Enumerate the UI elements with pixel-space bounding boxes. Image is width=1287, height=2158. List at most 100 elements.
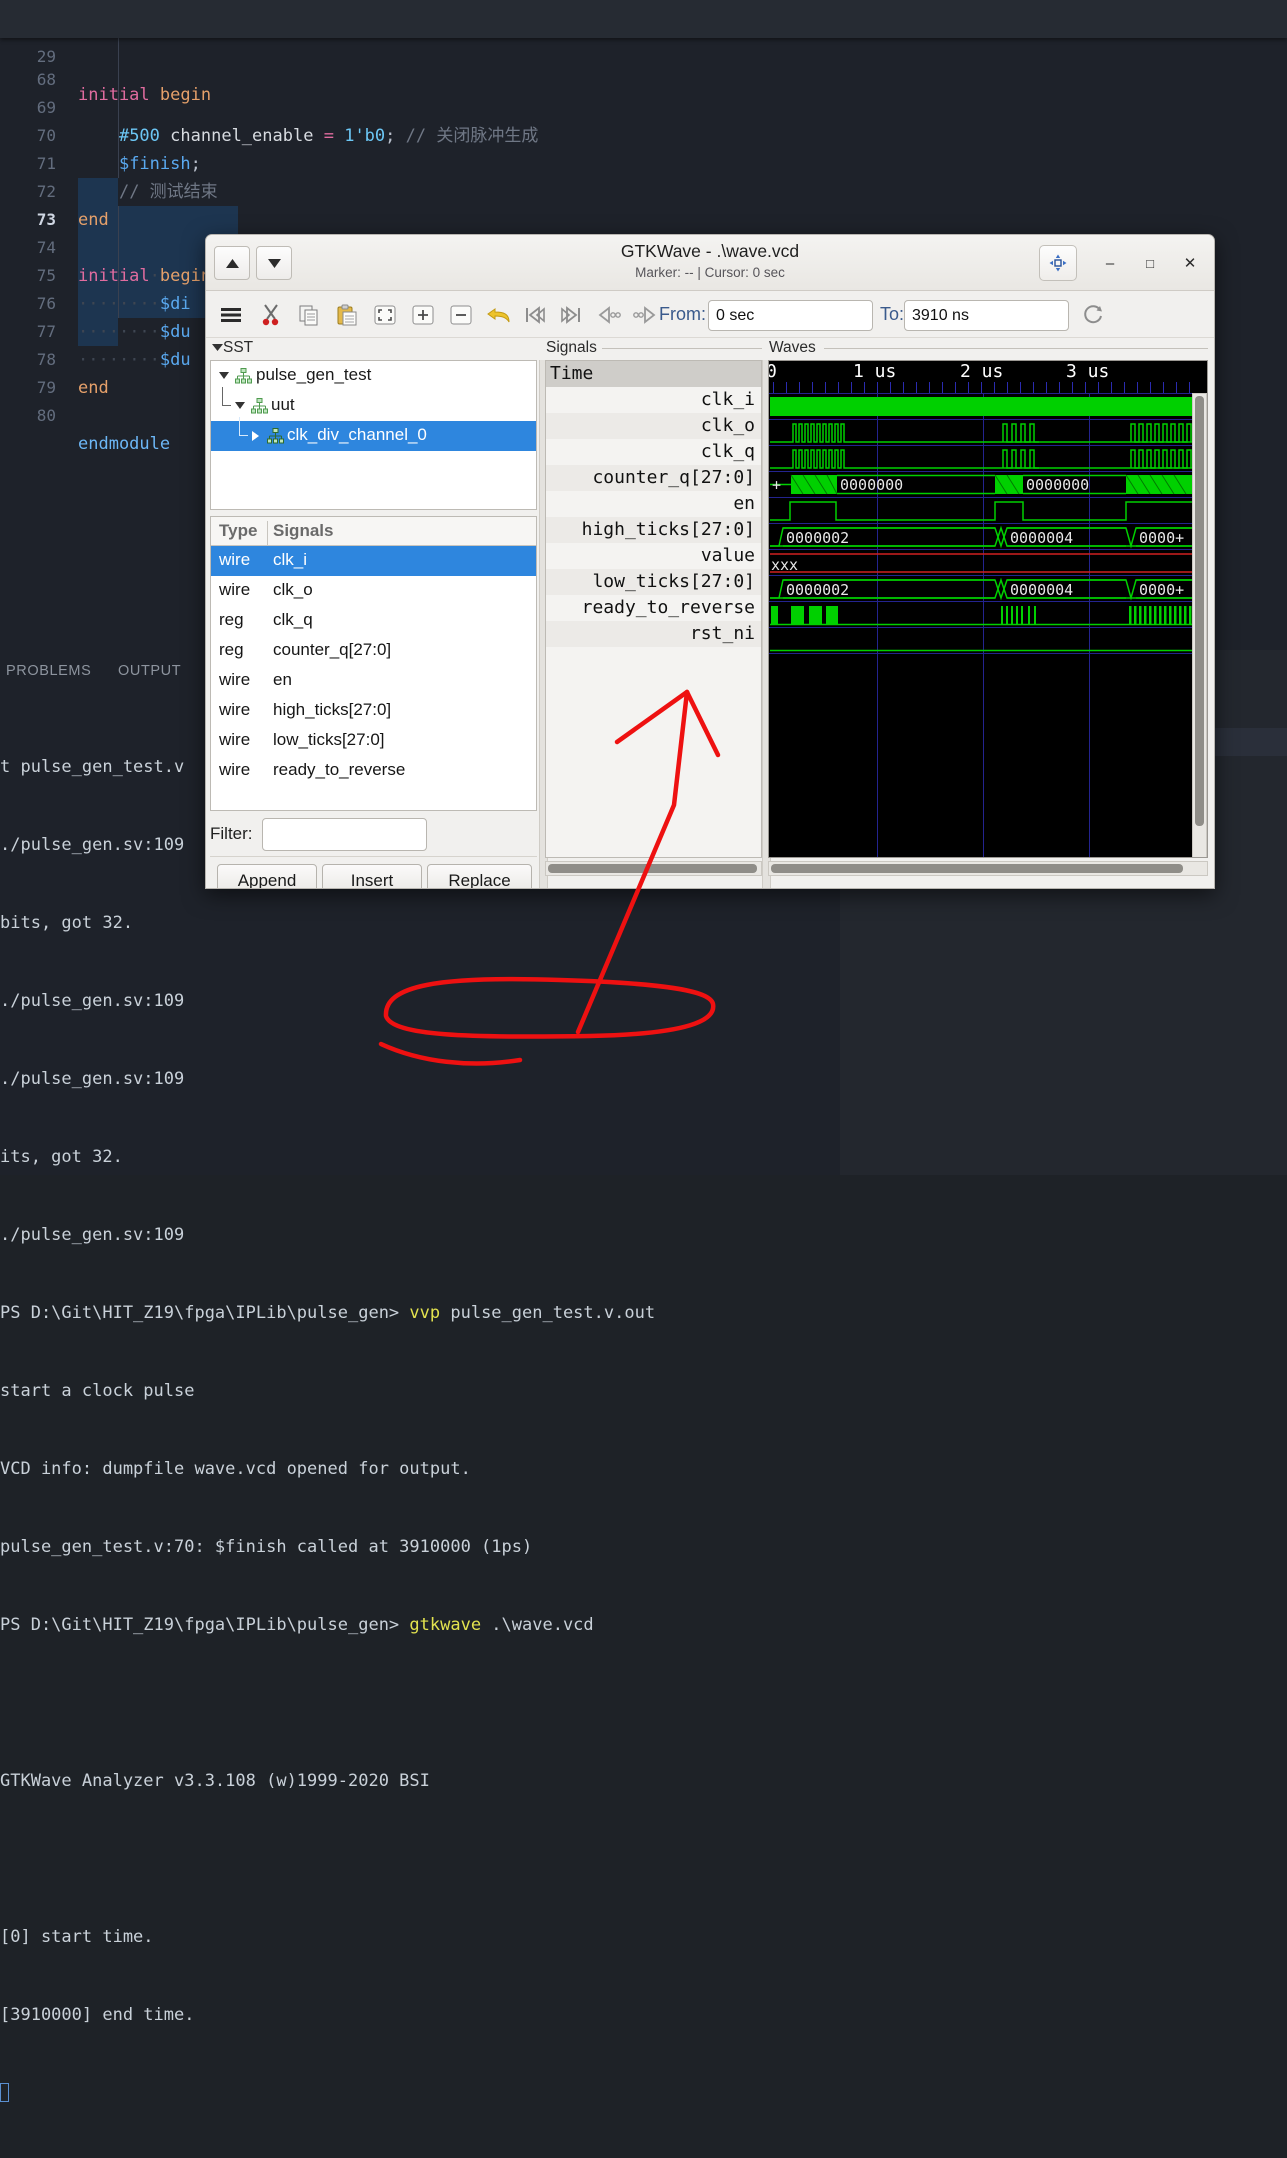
minimize-button[interactable]: – [1096, 249, 1124, 277]
from-input[interactable]: 0 sec [708, 300, 873, 331]
gtkwave-window[interactable]: GTKWave - .\wave.vcd Marker: -- | Cursor… [205, 234, 1215, 889]
gtkwave-title-bar[interactable]: GTKWave - .\wave.vcd Marker: -- | Cursor… [206, 235, 1214, 291]
names-horizontal-scrollbar[interactable] [545, 861, 762, 876]
to-label: To: [880, 304, 905, 324]
next-edge-icon[interactable] [630, 300, 660, 330]
signal-row[interactable]: wire low_ticks[27:0] [211, 726, 536, 756]
module-icon [251, 398, 268, 414]
code-line[interactable]: 71 // 测试结束 [0, 122, 1287, 202]
sst-node-uut[interactable]: uut [211, 387, 536, 421]
signal-row[interactable]: wire en [211, 666, 536, 696]
signals-pane-label: Signals [546, 339, 601, 357]
module-icon [267, 428, 284, 444]
filter-input[interactable] [262, 818, 427, 851]
signal-type-list[interactable]: Type Signals wire clk_i wire clk_o reg c… [210, 516, 537, 811]
column-divider[interactable] [267, 521, 268, 546]
code-line[interactable]: 72 end [0, 150, 1287, 230]
wave-name[interactable]: low_ticks[27:0] [546, 569, 761, 595]
terminal-output[interactable]: t pulse_gen_test.v ./pulse_gen.sv:109 bi… [0, 702, 840, 2158]
scrollbar-thumb[interactable] [1195, 396, 1204, 826]
signal-row[interactable]: wire clk_o [211, 576, 536, 606]
tab-problems[interactable]: PROBLEMS [6, 663, 91, 679]
sticky-scroll-line[interactable]: 29 initial begin [0, 0, 1287, 105]
sst-node-label: uut [271, 395, 295, 414]
code-line[interactable]: 74 initial·begin [0, 206, 1287, 286]
waves-frame-rule [824, 348, 1208, 349]
sst-node-pulse-gen-test[interactable]: pulse_gen_test [211, 361, 536, 391]
close-button[interactable]: ✕ [1176, 249, 1204, 277]
signal-row[interactable]: reg clk_q [211, 606, 536, 636]
wave-signal-names-pane[interactable]: Time clk_i clk_o clk_q counter_q[27:0] e… [545, 360, 762, 858]
time-tick-label: 0 [769, 361, 777, 382]
chevron-right-icon[interactable] [252, 431, 259, 441]
sst-node-clk-div-channel-0[interactable]: clk_div_channel_0 [211, 417, 536, 451]
svg-text:0000004: 0000004 [1010, 529, 1073, 547]
to-input[interactable]: 3910 ns [904, 300, 1069, 331]
wave-name[interactable]: high_ticks[27:0] [546, 517, 761, 543]
undo-icon[interactable] [484, 300, 514, 330]
goto-end-icon[interactable] [556, 300, 586, 330]
paste-icon[interactable] [332, 300, 362, 330]
wave-name[interactable]: clk_i [546, 387, 761, 413]
signal-row[interactable]: wire ready_to_reverse [211, 756, 536, 786]
cut-icon[interactable] [256, 300, 286, 330]
move-window-icon[interactable] [1039, 245, 1077, 281]
zoom-fit-icon[interactable] [370, 300, 400, 330]
chevron-down-icon[interactable] [219, 372, 229, 379]
command-vvp-arg: pulse_gen_test.v.out [440, 1303, 656, 1323]
wave-vertical-scrollbar[interactable] [1192, 393, 1207, 857]
terminal-prompt-line: PS D:\Git\HIT_Z19\fpga\IPLib\pulse_gen> … [0, 1300, 840, 1326]
prev-edge-icon[interactable] [594, 300, 624, 330]
scrollbar-thumb[interactable] [771, 864, 1183, 873]
signal-row[interactable]: wire clk_i [211, 546, 536, 576]
wave-name[interactable]: value [546, 543, 761, 569]
signal-type: reg [219, 610, 244, 629]
goto-start-icon[interactable] [520, 300, 550, 330]
wave-name[interactable]: rst_ni [546, 621, 761, 647]
reload-icon[interactable] [1078, 300, 1108, 330]
wave-name[interactable]: counter_q[27:0] [546, 465, 761, 491]
wave-name[interactable]: clk_q [546, 439, 761, 465]
wave-name[interactable]: clk_o [546, 413, 761, 439]
waveform-canvas[interactable]: 0 1 us 2 us 3 us [768, 360, 1208, 858]
zoom-out-icon[interactable] [446, 300, 476, 330]
signal-name: clk_q [273, 610, 313, 629]
signal-row[interactable]: wire high_ticks[27:0] [211, 696, 536, 726]
svg-text:0000+: 0000+ [1139, 529, 1184, 547]
tab-output[interactable]: OUTPUT [118, 663, 181, 679]
replace-button[interactable]: Replace [427, 864, 532, 888]
code-line[interactable]: 68 [0, 38, 1287, 89]
command-gtkwave-arg: .\wave.vcd [481, 1615, 594, 1635]
wave-name[interactable]: en [546, 491, 761, 517]
zoom-in-icon[interactable] [408, 300, 438, 330]
terminal-line: ./pulse_gen.sv:109 [0, 991, 185, 1011]
signal-type: wire [219, 550, 251, 569]
code-line[interactable]: 73 [0, 178, 1287, 229]
chevron-down-icon[interactable] [235, 402, 245, 409]
wave-name[interactable]: ready_to_reverse [546, 595, 761, 621]
append-button[interactable]: Append [217, 864, 317, 888]
tree-elbow [222, 387, 231, 406]
sst-tree[interactable]: pulse_gen_test uut clk_div_channel_0 [210, 360, 537, 510]
gtkwave-toolbar[interactable]: From: 0 sec To: 3910 ns [206, 291, 1214, 338]
tree-elbow [239, 417, 248, 436]
signal-name: clk_i [273, 550, 308, 569]
signal-type: wire [219, 700, 251, 719]
signal-type: wire [219, 670, 251, 689]
terminal-prompt-line: PS D:\Git\HIT_Z19\fpga\IPLib\pulse_gen> … [0, 1612, 840, 1638]
scrollbar-thumb[interactable] [548, 864, 757, 873]
wave-time-axis: 0 1 us 2 us 3 us [769, 361, 1207, 393]
menu-icon[interactable] [216, 300, 246, 330]
maximize-button[interactable]: □ [1136, 249, 1164, 277]
time-tick-label: 1 us [853, 361, 897, 382]
column-header-type: Type [219, 521, 258, 540]
waves-horizontal-scrollbar[interactable] [768, 861, 1208, 876]
insert-button[interactable]: Insert [322, 864, 422, 888]
terminal-line: bits, got 32. [0, 913, 134, 933]
svg-text:0000+: 0000+ [1139, 581, 1184, 599]
signal-row[interactable]: reg counter_q[27:0] [211, 636, 536, 666]
copy-icon[interactable] [294, 300, 324, 330]
sst-header-label: SST [223, 339, 254, 356]
sst-header[interactable]: SST [212, 339, 258, 357]
signal-name: en [273, 670, 292, 689]
